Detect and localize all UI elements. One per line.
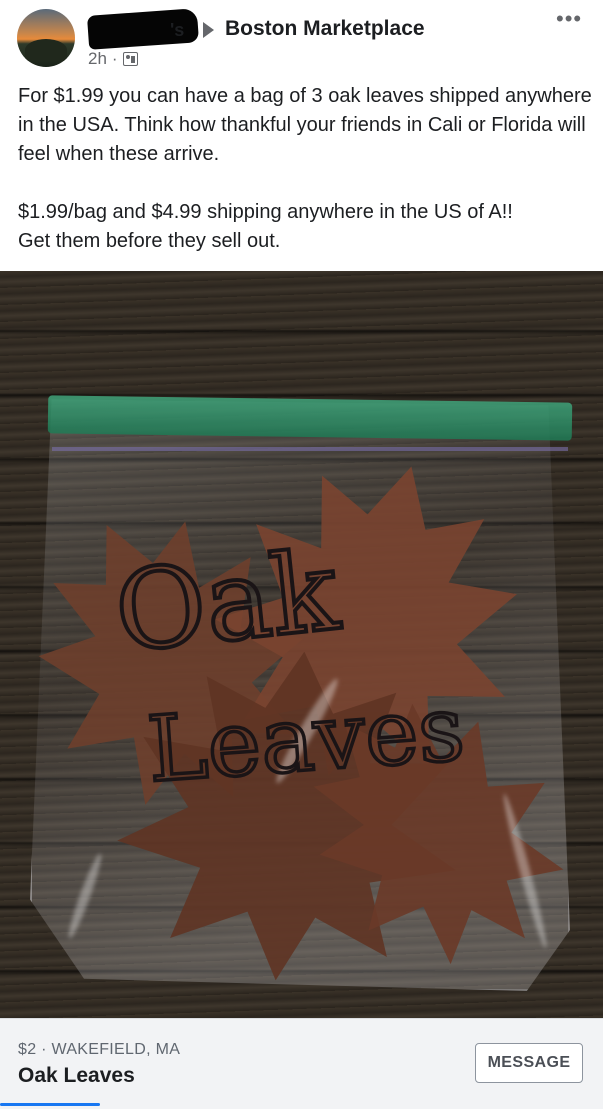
message-button[interactable]: MESSAGE: [475, 1043, 583, 1083]
group-icon: [122, 52, 138, 66]
listing-photo[interactable]: Oak Leaves: [0, 271, 603, 1018]
scroll-indicator: [0, 1103, 100, 1106]
handwriting-line-2: Leaves: [144, 676, 468, 803]
meta-separator: ·: [111, 49, 118, 68]
author-avatar[interactable]: [17, 9, 75, 67]
bag-zip-seal: [47, 395, 573, 441]
listing-title[interactable]: Oak Leaves: [18, 1064, 135, 1088]
author-name-suffix[interactable]: 's: [170, 20, 184, 41]
group-name-link[interactable]: Boston Marketplace: [225, 17, 425, 41]
listing-price-location: $2 · WAKEFIELD, MA: [18, 1041, 181, 1058]
post-body: For $1.99 you can have a bag of 3 oak le…: [18, 82, 593, 256]
bag-zip-line: [52, 447, 568, 451]
post-paragraph: $1.99/bag and $4.99 shipping anywhere in…: [18, 201, 513, 252]
handwriting-svg: Oak Leaves: [107, 524, 469, 805]
bag-handwriting: Oak Leaves: [80, 524, 540, 821]
post-meta: 2h ·: [88, 49, 138, 69]
listing-footer[interactable]: $2 · WAKEFIELD, MA Oak Leaves MESSAGE: [0, 1018, 603, 1109]
more-options-icon[interactable]: •••: [556, 8, 582, 30]
handwriting-line-1: Oak: [109, 541, 345, 677]
post-header: D 's Boston Marketplace 2h · •••: [0, 0, 603, 80]
post-paragraph: For $1.99 you can have a bag of 3 oak le…: [18, 85, 592, 165]
post-timestamp[interactable]: 2h: [88, 49, 107, 69]
triangle-right-icon: [203, 22, 214, 38]
